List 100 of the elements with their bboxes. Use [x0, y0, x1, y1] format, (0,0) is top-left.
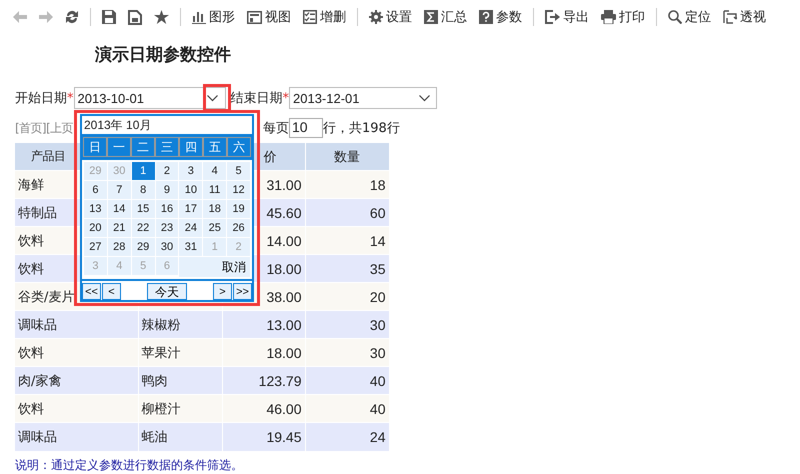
date-field[interactable]: 2013-12-01	[289, 87, 437, 109]
day-cell[interactable]: 1	[132, 162, 155, 180]
toolbar-button[interactable]: 打印	[596, 6, 650, 28]
day-cell[interactable]: 27	[84, 238, 107, 256]
day-cell[interactable]: 20	[84, 219, 107, 237]
day-cell[interactable]: 26	[227, 219, 250, 237]
toolbar-button[interactable]: 参数	[474, 6, 527, 28]
document-icon	[128, 10, 142, 24]
table-cell: 24	[305, 422, 389, 450]
previous-button[interactable]: <	[102, 283, 121, 300]
day-cell[interactable]: 2	[156, 162, 178, 180]
today-button[interactable]: 今天	[147, 283, 187, 300]
toolbar-button[interactable]: 透视	[718, 6, 771, 28]
day-cell[interactable]: 22	[132, 219, 155, 237]
note-text: 说明：通过定义参数进行数据的条件筛选。	[15, 456, 244, 474]
table-cell: 20	[305, 282, 389, 310]
weekday-header: 四	[179, 137, 203, 157]
day-cell[interactable]: 11	[203, 181, 226, 199]
day-cell[interactable]: 23	[156, 219, 178, 237]
field-label: 结束日期*	[230, 90, 289, 107]
weekday-header: 六	[227, 137, 251, 157]
table-cell: 18	[305, 170, 389, 198]
table-cell: 蚝油	[142, 430, 168, 445]
day-cell[interactable]: 24	[179, 219, 202, 237]
table-cell: 35	[305, 254, 389, 282]
chevron-icon	[207, 94, 218, 102]
pivot-icon	[723, 10, 737, 24]
day-cell[interactable]: 13	[84, 200, 107, 218]
day-cell[interactable]: 18	[203, 200, 226, 218]
day-cell[interactable]: 6	[84, 181, 107, 199]
weekday-header: 日	[83, 137, 107, 157]
day-cell[interactable]: 12	[227, 181, 250, 199]
toolbar-button[interactable]: 视图	[242, 6, 296, 28]
layout-icon	[247, 10, 262, 24]
day-cell[interactable]: 30	[156, 238, 178, 256]
printer-icon	[601, 10, 616, 24]
day-cell[interactable]: 14	[108, 200, 131, 218]
table-cell: 30	[305, 338, 389, 366]
day-cell[interactable]: 4	[203, 162, 226, 180]
forward-arrow-icon	[39, 11, 53, 23]
day-cell[interactable]: 17	[179, 200, 202, 218]
star-icon	[154, 10, 169, 24]
date-field[interactable]: 2013-10-01	[74, 87, 226, 109]
report-title: 演示日期参数控件	[95, 44, 232, 67]
per-page-field[interactable]: 10	[289, 118, 323, 138]
toolbar-button[interactable]: 导出	[540, 6, 594, 28]
day-cell[interactable]: 3	[179, 162, 202, 180]
weekday-header: 二	[131, 137, 155, 157]
table-cell: 鸭肉	[142, 374, 168, 388]
day-cell[interactable]: 15	[132, 200, 155, 218]
table-cell: 肉/家禽	[15, 366, 138, 394]
toolbar-button[interactable]: 增删	[298, 6, 351, 28]
per-page-label: 每页	[263, 120, 289, 137]
table-cell: 123.79	[222, 366, 305, 394]
save-icon	[102, 10, 116, 24]
table-cell: 30	[305, 310, 389, 338]
field-label: 开始日期*	[15, 90, 74, 107]
day-cell[interactable]: 16	[156, 200, 178, 218]
table-cell: 饮料	[15, 394, 138, 422]
toolbar-button[interactable]: 汇总	[419, 6, 472, 28]
table-cell: 40	[305, 366, 389, 394]
settings-icon	[369, 10, 383, 24]
table-cell: 调味品	[15, 310, 138, 338]
table-cell: 40	[305, 394, 389, 422]
export-icon	[545, 10, 560, 24]
table-cell: 60	[305, 198, 389, 226]
day-cell[interactable]: 8	[132, 181, 155, 199]
table-cell: 14	[305, 226, 389, 254]
day-cell[interactable]: 31	[179, 238, 202, 256]
day-cell[interactable]: 28	[108, 238, 131, 256]
table-cell: 调味品	[15, 422, 138, 450]
sigma-icon	[424, 10, 438, 24]
toolbar-button[interactable]: 图形	[187, 6, 240, 28]
back-arrow-icon	[13, 11, 27, 23]
day-cell[interactable]: 9	[156, 181, 178, 199]
first-button[interactable]: <<	[82, 283, 101, 300]
weekday-header: 一	[107, 137, 131, 157]
column-header: 数量	[305, 143, 389, 170]
toolbar-button[interactable]: 定位	[663, 6, 716, 28]
toolbar-button[interactable]: 设置	[364, 6, 417, 28]
checklist-icon	[303, 10, 317, 24]
day-cell[interactable]: 25	[203, 219, 226, 237]
refresh-icon	[65, 10, 79, 24]
cancel-button[interactable]: 取消	[179, 257, 250, 277]
day-cell[interactable]: 21	[108, 219, 131, 237]
pager-links[interactable]: [首页][上页	[15, 120, 73, 136]
table-cell: 苹果汁	[142, 346, 180, 360]
day-cell[interactable]: 5	[227, 162, 250, 180]
day-cell[interactable]: 29	[132, 238, 155, 256]
day-cell[interactable]: 10	[179, 181, 202, 199]
table-cell: 18.00	[222, 338, 305, 366]
chevron-icon	[418, 94, 430, 102]
table-cell: 饮料	[15, 338, 138, 366]
last-button[interactable]: >>	[233, 283, 252, 300]
table-cell: 19.45	[222, 422, 305, 450]
next-button[interactable]: >	[213, 283, 232, 300]
table-cell: 13.00	[222, 310, 305, 338]
day-cell[interactable]: 19	[227, 200, 250, 218]
total-rows-text: 行，共198行	[323, 120, 400, 137]
day-cell[interactable]: 7	[108, 181, 131, 199]
